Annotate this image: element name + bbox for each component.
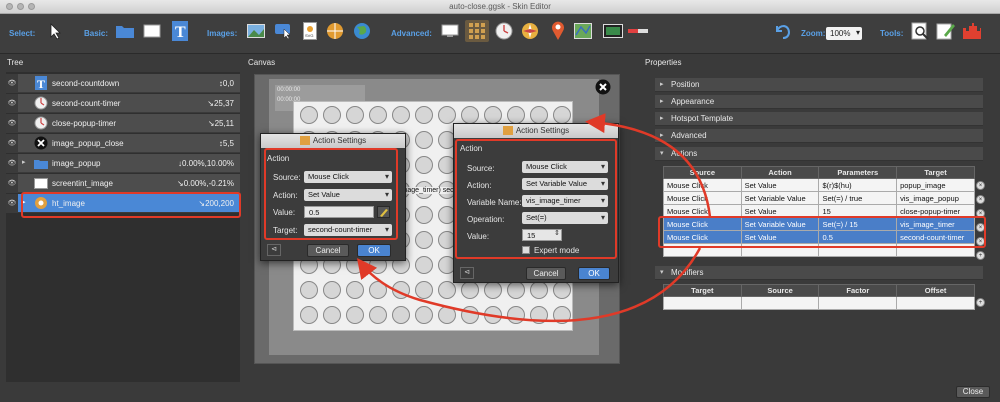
close-button[interactable]: Close [956, 386, 990, 398]
arrow-to-left-dialog [356, 247, 702, 323]
arrow-to-right-dialog [585, 113, 712, 218]
annotation-arrows [356, 113, 712, 323]
